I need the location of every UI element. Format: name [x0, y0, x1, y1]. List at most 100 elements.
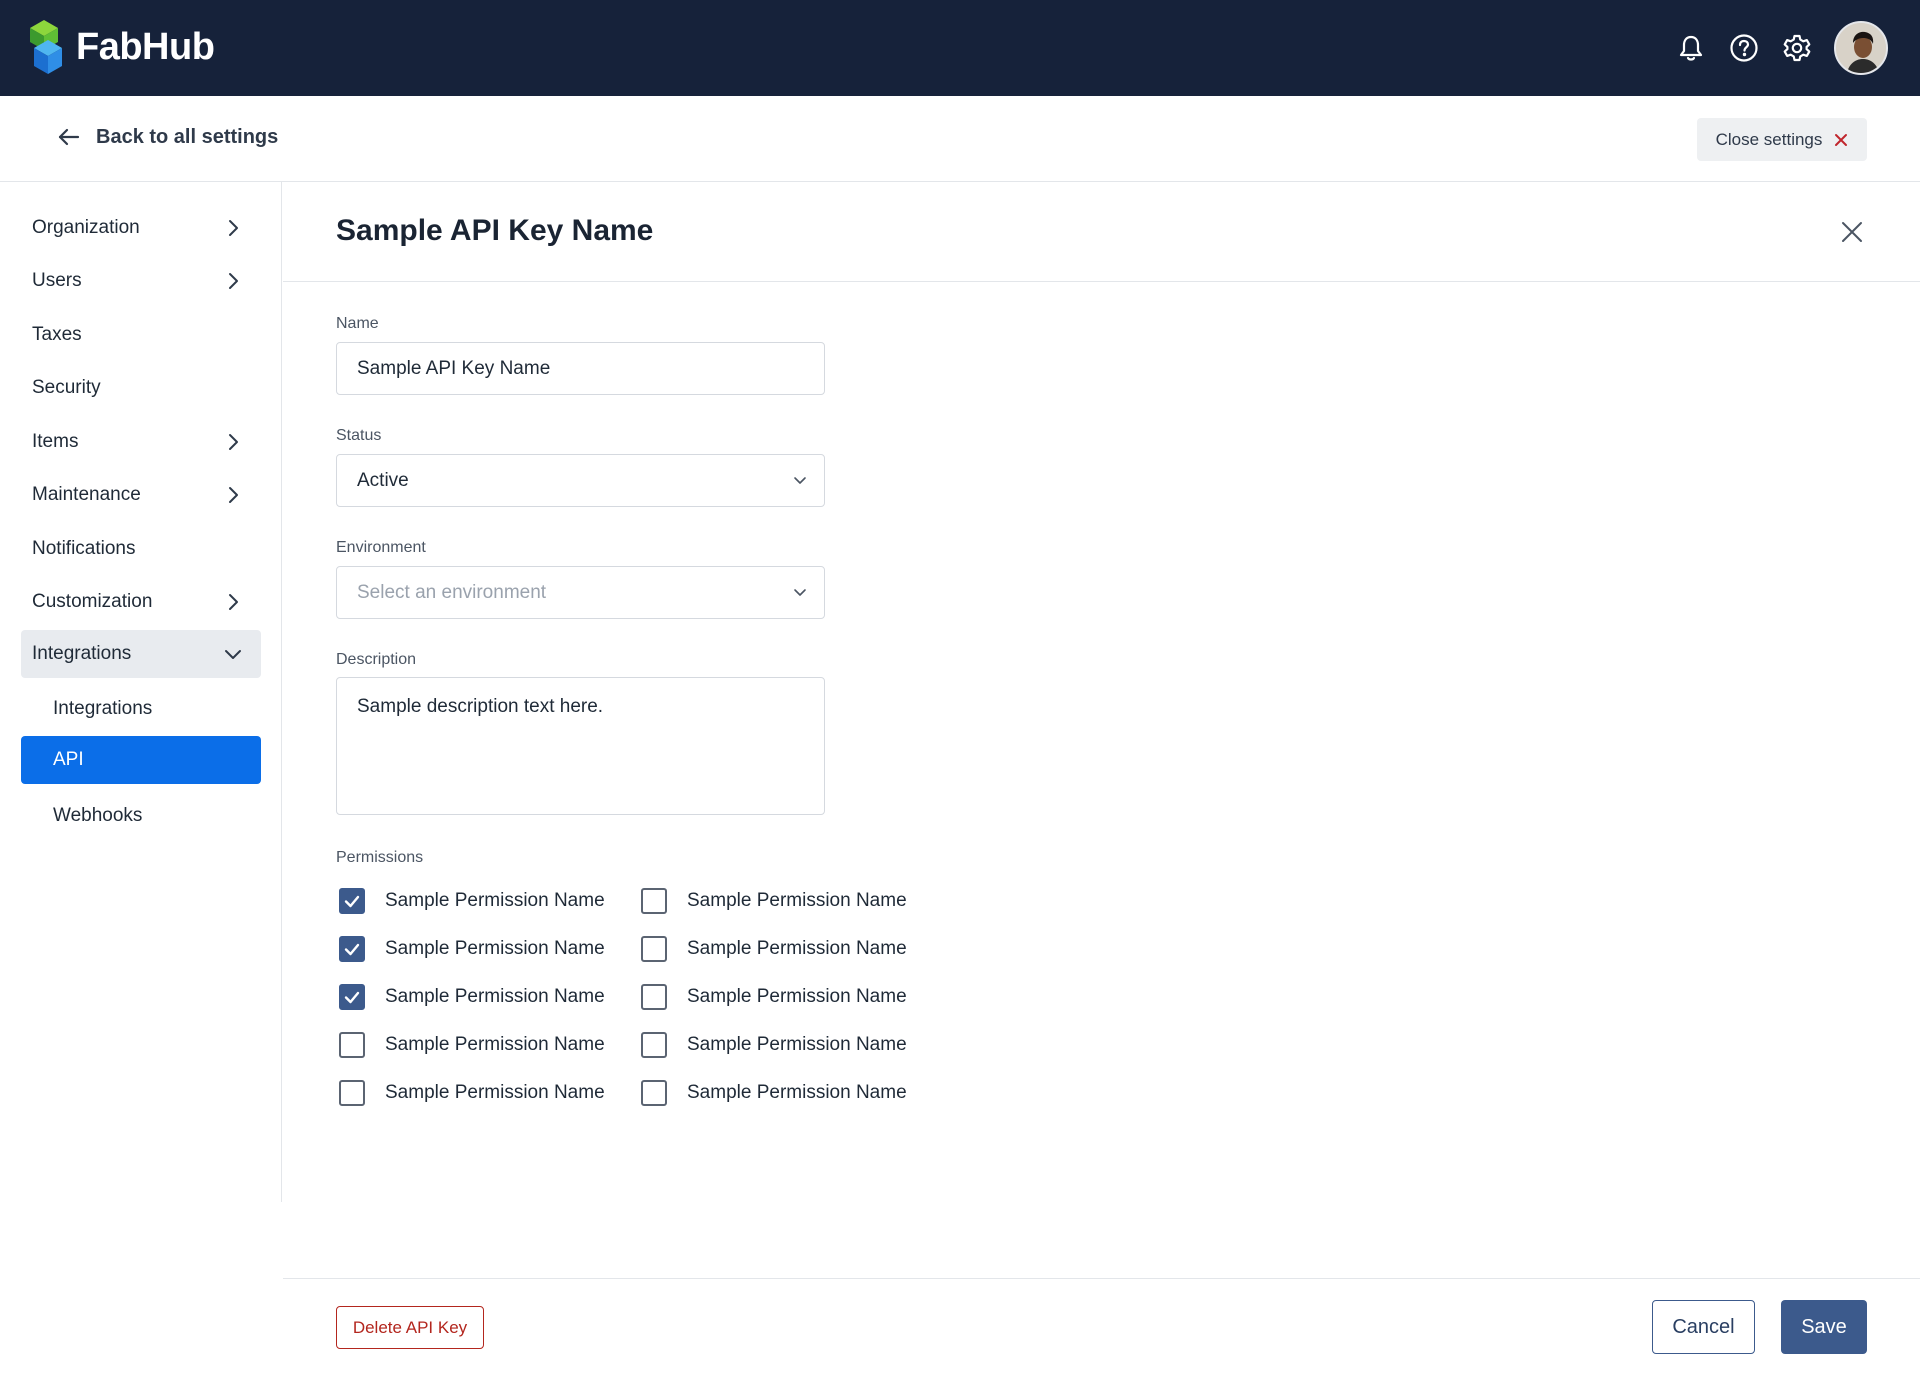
permission-label: Sample Permission Name: [687, 890, 907, 911]
status-select-value: Active: [357, 470, 409, 491]
chevron-right-icon: [229, 594, 238, 610]
settings-sidebar: Organization Users Taxes Security Items …: [0, 182, 282, 1202]
sidebar-item-integrations[interactable]: Integrations: [21, 630, 261, 678]
status-label: Status: [336, 427, 382, 444]
user-avatar[interactable]: [1834, 21, 1888, 75]
close-settings-label: Close settings: [1715, 129, 1823, 149]
permission-checkbox-row[interactable]: Sample Permission Name: [641, 1080, 907, 1106]
permission-checkbox-row[interactable]: Sample Permission Name: [641, 888, 907, 914]
checkmark-icon: [344, 895, 360, 908]
sidebar-item-label: Security: [32, 377, 101, 398]
checkbox-unchecked[interactable]: [641, 984, 667, 1010]
permission-label: Sample Permission Name: [385, 1034, 605, 1055]
permission-checkbox-row[interactable]: Sample Permission Name: [641, 984, 907, 1010]
permission-label: Sample Permission Name: [687, 986, 907, 1007]
sidebar-item-security[interactable]: Security: [21, 364, 261, 412]
environment-select[interactable]: Select an environment: [336, 566, 825, 619]
name-input[interactable]: Sample API Key Name: [336, 342, 825, 395]
sidebar-item-label: Notifications: [32, 538, 136, 559]
chevron-down-icon: [794, 589, 806, 596]
permission-checkbox-row[interactable]: Sample Permission Name: [339, 984, 605, 1010]
sidebar-item-label: Maintenance: [32, 484, 141, 505]
description-textarea-value: Sample description text here.: [357, 696, 604, 717]
sidebar-item-taxes[interactable]: Taxes: [21, 311, 261, 359]
sidebar-item-label: Organization: [32, 217, 140, 238]
close-settings-button[interactable]: Close settings: [1697, 118, 1867, 161]
logo-mark-icon: [30, 20, 62, 74]
save-button[interactable]: Save: [1781, 1300, 1867, 1354]
api-key-panel-header: Sample API Key Name: [283, 182, 1920, 282]
checkbox-checked[interactable]: [339, 888, 365, 914]
checkbox-unchecked[interactable]: [641, 1032, 667, 1058]
top-navigation-bar: FabHub: [0, 0, 1920, 96]
sidebar-subitem-label: Webhooks: [53, 805, 143, 826]
sidebar-subitem-integrations[interactable]: Integrations: [21, 685, 261, 733]
checkbox-checked[interactable]: [339, 984, 365, 1010]
permissions-label: Permissions: [336, 849, 424, 866]
permission-label: Sample Permission Name: [687, 938, 907, 959]
description-textarea[interactable]: Sample description text here.: [336, 677, 825, 815]
chevron-right-icon: [229, 220, 238, 236]
sidebar-item-label: Integrations: [32, 643, 132, 664]
cancel-button[interactable]: Cancel: [1652, 1300, 1755, 1354]
checkbox-unchecked[interactable]: [641, 936, 667, 962]
back-to-settings-link[interactable]: Back to all settings: [56, 124, 278, 150]
permission-label: Sample Permission Name: [385, 938, 605, 959]
permission-checkbox-row[interactable]: Sample Permission Name: [339, 1080, 605, 1106]
chevron-right-icon: [229, 487, 238, 503]
sidebar-subitem-label: Integrations: [53, 698, 153, 719]
permission-checkbox-row[interactable]: Sample Permission Name: [641, 1032, 907, 1058]
permission-label: Sample Permission Name: [687, 1082, 907, 1103]
app-name: FabHub: [76, 25, 215, 68]
status-select[interactable]: Active: [336, 454, 825, 507]
panel-footer: Delete API Key Cancel Save: [283, 1278, 1920, 1375]
checkbox-checked[interactable]: [339, 936, 365, 962]
sidebar-item-items[interactable]: Items: [21, 418, 261, 466]
environment-select-placeholder: Select an environment: [357, 582, 547, 603]
permission-checkbox-row[interactable]: Sample Permission Name: [339, 936, 605, 962]
sidebar-item-notifications[interactable]: Notifications: [21, 525, 261, 573]
sidebar-item-users[interactable]: Users: [21, 257, 261, 305]
help-icon[interactable]: [1726, 30, 1762, 66]
sidebar-item-label: Users: [32, 270, 82, 291]
chevron-right-icon: [229, 434, 238, 450]
environment-label: Environment: [336, 539, 426, 556]
delete-api-key-button[interactable]: Delete API Key: [336, 1306, 484, 1349]
arrow-left-icon: [58, 128, 80, 146]
checkbox-unchecked[interactable]: [339, 1080, 365, 1106]
sidebar-item-label: Items: [32, 431, 79, 452]
permission-label: Sample Permission Name: [385, 1082, 605, 1103]
checkmark-icon: [344, 991, 360, 1004]
name-input-value: Sample API Key Name: [357, 358, 551, 379]
avatar-portrait-icon: [1836, 23, 1886, 73]
sidebar-item-maintenance[interactable]: Maintenance: [21, 471, 261, 519]
back-link-label: Back to all settings: [96, 125, 279, 148]
settings-subheader: Back to all settings Close settings: [0, 96, 1920, 182]
chevron-right-icon: [229, 273, 238, 289]
sidebar-subitem-webhooks[interactable]: Webhooks: [21, 792, 261, 840]
sidebar-item-organization[interactable]: Organization: [21, 204, 261, 252]
permission-label: Sample Permission Name: [385, 986, 605, 1007]
checkbox-unchecked[interactable]: [641, 888, 667, 914]
permission-label: Sample Permission Name: [385, 890, 605, 911]
permission-checkbox-row[interactable]: Sample Permission Name: [641, 936, 907, 962]
sidebar-subitem-label: API: [53, 749, 84, 770]
checkbox-unchecked[interactable]: [339, 1032, 365, 1058]
page-title: Sample API Key Name: [336, 214, 654, 247]
checkbox-unchecked[interactable]: [641, 1080, 667, 1106]
gear-icon[interactable]: [1779, 30, 1815, 66]
sidebar-subitem-api[interactable]: API: [21, 736, 261, 784]
chevron-down-icon: [225, 650, 241, 659]
checkmark-icon: [344, 943, 360, 956]
chevron-down-icon: [794, 477, 806, 484]
close-panel-icon[interactable]: [1837, 217, 1867, 247]
sidebar-item-customization[interactable]: Customization: [21, 578, 261, 626]
close-icon: [1835, 133, 1848, 146]
description-label: Description: [336, 651, 417, 668]
sidebar-item-label: Customization: [32, 591, 153, 612]
bell-icon[interactable]: [1673, 30, 1709, 66]
fabhub-logo[interactable]: FabHub: [30, 20, 215, 74]
permission-checkbox-row[interactable]: Sample Permission Name: [339, 888, 605, 914]
permission-label: Sample Permission Name: [687, 1034, 907, 1055]
permission-checkbox-row[interactable]: Sample Permission Name: [339, 1032, 605, 1058]
